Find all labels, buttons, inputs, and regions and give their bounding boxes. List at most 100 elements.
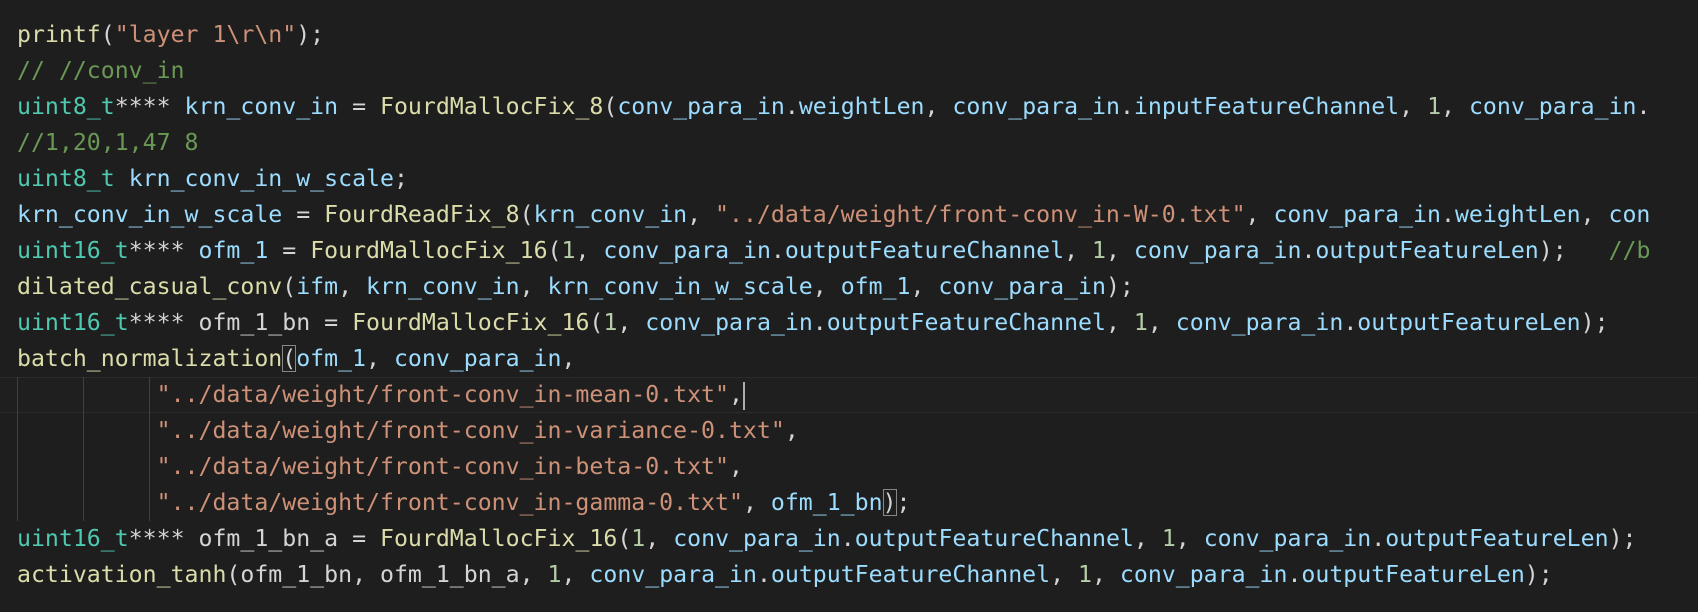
variable-token: krn_conv_in_w_scale xyxy=(547,273,813,300)
punctuation-token: , xyxy=(910,273,939,300)
punctuation-token: ( xyxy=(547,237,562,264)
code-line[interactable]: uint16_t**** ofm_1 = FourdMallocFix_16(1… xyxy=(0,233,1698,269)
variable-token: outputFeatureLen xyxy=(1357,309,1581,336)
code-line[interactable]: "../data/weight/front-conv_in-gamma-0.tx… xyxy=(0,485,1698,521)
variable-token: outputFeatureLen xyxy=(1315,237,1539,264)
function-token: FourdMallocFix_16 xyxy=(352,309,590,336)
function-token: batch_normalization xyxy=(17,345,283,372)
punctuation-token: , xyxy=(742,489,771,516)
variable-token: outputFeatureChannel xyxy=(854,525,1134,552)
punctuation-token: ( xyxy=(282,273,297,300)
punctuation-token: ; xyxy=(393,165,408,192)
punctuation-token: , xyxy=(1050,561,1079,588)
punctuation-token: , xyxy=(728,381,743,408)
punctuation-token: = xyxy=(282,201,325,228)
number-token: 1 xyxy=(1161,525,1176,552)
variable-token: weightLen xyxy=(798,93,925,120)
code-line[interactable]: //1,20,1,47 8 xyxy=(0,125,1698,161)
variable-token: conv_para_in xyxy=(589,561,757,588)
punctuation-token: , xyxy=(617,309,646,336)
code-line[interactable]: "../data/weight/front-conv_in-mean-0.txt… xyxy=(0,377,1698,413)
punctuation-token: , xyxy=(1441,93,1469,120)
indent-guide xyxy=(149,413,150,449)
variable-token: krn_conv_in_w_scale xyxy=(17,201,283,228)
indent-guide xyxy=(17,413,18,449)
code-editor[interactable]: printf("layer 1\r\n"); // //conv_in uint8_… xyxy=(0,0,1698,612)
code-line[interactable]: // //conv_in xyxy=(0,53,1698,89)
punctuation-token: . xyxy=(1440,201,1455,228)
variable-token: conv_para_in xyxy=(1468,93,1637,120)
punctuation-token: , xyxy=(519,273,548,300)
punctuation-token xyxy=(17,453,157,480)
punctuation-token: = xyxy=(310,309,353,336)
variable-token: conv_para_in xyxy=(393,345,562,372)
punctuation-token: , xyxy=(338,273,367,300)
number-token: 1 xyxy=(1078,561,1092,588)
code-line[interactable]: uint16_t**** ofm_1_bn = FourdMallocFix_1… xyxy=(0,305,1698,341)
punctuation-token: , xyxy=(1105,237,1134,264)
punctuation-token: **** xyxy=(128,309,199,336)
type-token: uint8_t xyxy=(17,93,115,120)
code-line[interactable]: "../data/weight/front-conv_in-variance-0… xyxy=(0,413,1698,449)
code-line[interactable]: uint8_t krn_conv_in_w_scale; xyxy=(0,161,1698,197)
punctuation-token: . xyxy=(1343,309,1358,336)
matched-bracket: ) xyxy=(882,489,897,516)
variable-token: con xyxy=(1608,201,1651,228)
variable-token: conv_para_in xyxy=(673,525,841,552)
punctuation-token: , xyxy=(519,561,548,588)
punctuation-token: , xyxy=(1175,525,1204,552)
punctuation-token: ( xyxy=(589,309,604,336)
string-token: "layer 1\r\n" xyxy=(114,21,297,48)
string-token: "../data/weight/front-conv_in-variance-0… xyxy=(156,417,785,444)
punctuation-token: , xyxy=(352,561,380,588)
identifier-token: ofm_1_bn xyxy=(240,561,353,588)
variable-token: outputFeatureLen xyxy=(1301,561,1525,588)
code-line[interactable]: krn_conv_in_w_scale = FourdReadFix_8(krn… xyxy=(0,197,1698,233)
code-line[interactable]: dilated_casual_conv(ifm, krn_conv_in, kr… xyxy=(0,269,1698,305)
indent-guide xyxy=(17,449,18,485)
comment-token: //1,20,1,47 8 xyxy=(17,129,199,156)
punctuation-token: . xyxy=(1636,93,1651,120)
variable-token: conv_para_in xyxy=(1175,309,1344,336)
variable-token: ofm_1 xyxy=(840,273,911,300)
variable-token: conv_para_in xyxy=(1273,201,1441,228)
variable-token: krn_conv_in_w_scale xyxy=(128,165,394,192)
variable-token: krn_conv_in xyxy=(533,201,688,228)
variable-token: outputFeatureLen xyxy=(1385,525,1609,552)
comment-token: //b xyxy=(1608,237,1651,264)
string-token: "../data/weight/front-conv_in-beta-0.txt… xyxy=(156,453,729,480)
indent-guide xyxy=(17,485,18,521)
punctuation-token: , xyxy=(645,525,674,552)
comment-token: // //conv_in xyxy=(17,57,185,84)
code-line[interactable]: activation_tanh(ofm_1_bn, ofm_1_bn_a, 1,… xyxy=(0,557,1698,593)
punctuation-token: ); xyxy=(1580,309,1609,336)
variable-token: conv_para_in xyxy=(603,237,771,264)
indent-guide xyxy=(149,449,150,485)
variable-token: conv_para_in xyxy=(617,93,785,120)
function-token: FourdMallocFix_8 xyxy=(380,93,604,120)
punctuation-token: , xyxy=(1580,201,1609,228)
function-token: FourdMallocFix_16 xyxy=(310,237,548,264)
number-token: 1 xyxy=(1092,237,1106,264)
code-line[interactable]: "../data/weight/front-conv_in-beta-0.txt… xyxy=(0,449,1698,485)
punctuation-token: , xyxy=(1133,525,1162,552)
punctuation-token: , xyxy=(924,93,953,120)
string-token: "../data/weight/front-conv_in-mean-0.txt… xyxy=(156,381,729,408)
punctuation-token: ( xyxy=(603,93,618,120)
code-lines: printf("layer 1\r\n"); // //conv_in uint8_… xyxy=(0,17,1698,593)
punctuation-token: ); xyxy=(296,21,325,48)
variable-token: krn_conv_in xyxy=(184,93,339,120)
punctuation-token: ( xyxy=(100,21,115,48)
identifier-token: ofm_1_bn xyxy=(198,309,311,336)
indent-guide xyxy=(83,449,84,485)
code-line[interactable]: uint8_t**** krn_conv_in = FourdMallocFix… xyxy=(0,89,1698,125)
punctuation-token: . xyxy=(1287,561,1302,588)
code-line[interactable]: batch_normalization(ofm_1, conv_para_in, xyxy=(0,341,1698,377)
punctuation-token: . xyxy=(756,561,771,588)
variable-token: ofm_1 xyxy=(198,237,269,264)
variable-token: ofm_1_bn xyxy=(770,489,883,516)
code-line[interactable]: printf("layer 1\r\n"); xyxy=(0,17,1698,53)
code-line[interactable]: uint16_t**** ofm_1_bn_a = FourdMallocFix… xyxy=(0,521,1698,557)
number-token: 1 xyxy=(1133,309,1148,336)
variable-token: ifm xyxy=(296,273,339,300)
